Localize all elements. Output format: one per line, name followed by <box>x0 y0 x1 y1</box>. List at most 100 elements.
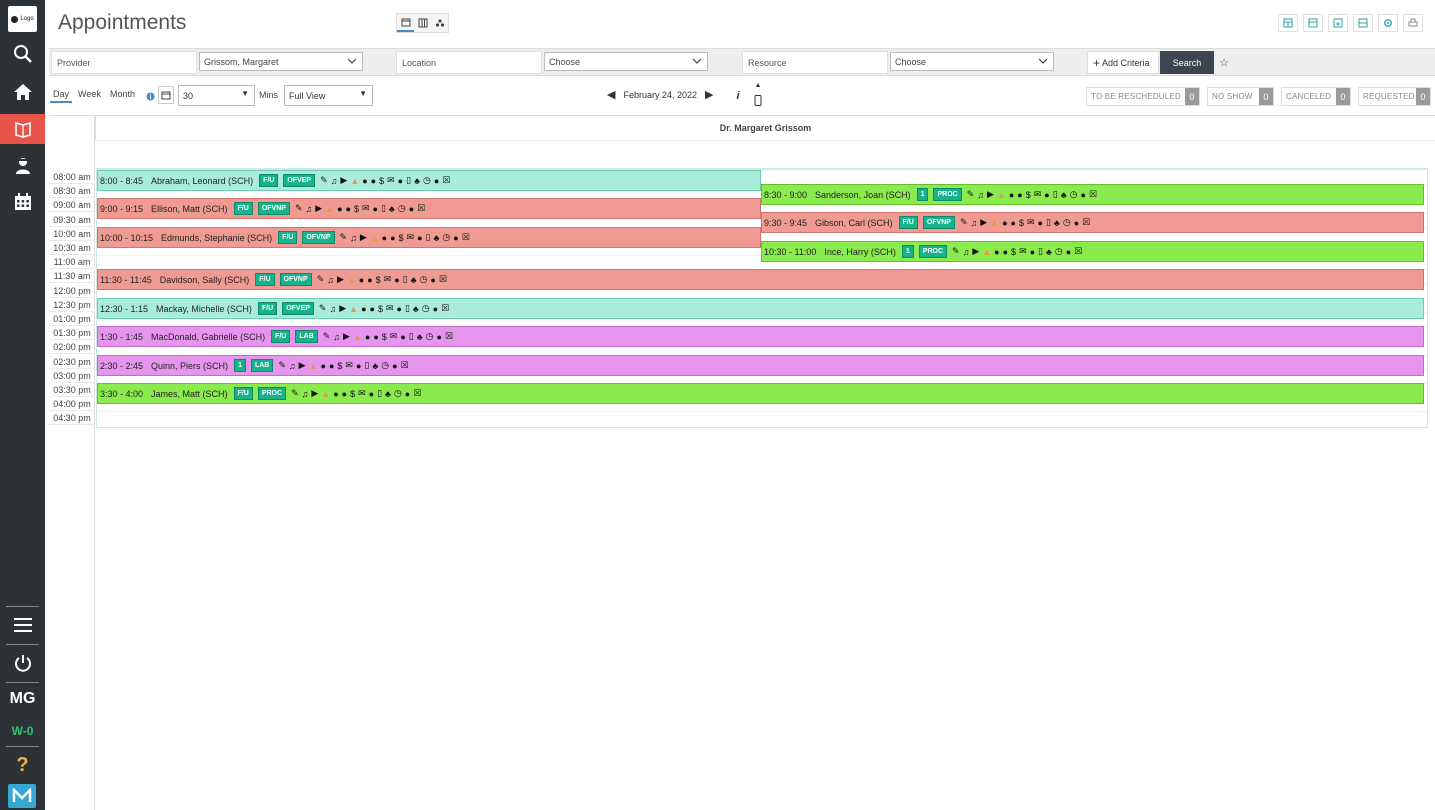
settings-button[interactable] <box>1378 14 1398 32</box>
check-icon[interactable]: ● <box>321 361 326 371</box>
clock-icon[interactable]: ◷ <box>381 360 389 371</box>
warning-icon[interactable]: ▲ <box>982 247 991 257</box>
list-view-button[interactable] <box>1353 14 1373 32</box>
close-box-icon[interactable]: ☒ <box>1089 189 1097 200</box>
clock-icon[interactable]: ◷ <box>442 232 450 243</box>
edit-icon[interactable]: ✎ <box>295 203 303 214</box>
head-icon[interactable]: ● <box>398 176 403 186</box>
group-icon[interactable]: ♣ <box>414 176 420 186</box>
tab-week[interactable]: Week <box>75 87 104 101</box>
check-icon[interactable]: ● <box>329 361 334 371</box>
mail-icon[interactable]: ✉ <box>1027 217 1035 228</box>
head-icon[interactable]: ● <box>397 304 402 314</box>
dollar-icon[interactable]: $ <box>1019 218 1024 228</box>
document-icon[interactable]: ▯ <box>1046 217 1051 228</box>
clock-icon[interactable]: ◷ <box>1055 246 1063 257</box>
check-icon[interactable]: ● <box>367 275 372 285</box>
bell-icon[interactable]: ♫ <box>329 304 336 314</box>
edit-icon[interactable]: ✎ <box>960 217 968 228</box>
document-icon[interactable]: ▯ <box>426 232 431 243</box>
check-icon[interactable]: ● <box>359 275 364 285</box>
close-box-icon[interactable]: ☒ <box>417 203 425 214</box>
sidebar-item-appointments[interactable] <box>0 114 45 144</box>
check-icon[interactable]: ● <box>382 233 387 243</box>
edit-icon[interactable]: ✎ <box>317 274 325 285</box>
group-icon[interactable]: ♣ <box>372 361 378 371</box>
provider-select[interactable]: Grissom, Margaret <box>199 52 363 71</box>
sidebar-item-patients[interactable] <box>0 151 45 181</box>
check-icon[interactable]: ● <box>370 304 375 314</box>
dollar-icon[interactable]: $ <box>337 361 342 371</box>
print-button[interactable] <box>1403 14 1423 32</box>
group-icon[interactable]: ♣ <box>413 304 419 314</box>
document-icon[interactable]: ▯ <box>409 331 414 342</box>
appointment-block[interactable]: 8:30 - 9:00 Sanderson, Joan (SCH) 1 PROC ✎ ♫ ▶… <box>761 184 1424 205</box>
check-icon[interactable]: ● <box>333 389 338 399</box>
resource-select[interactable]: Choose <box>890 52 1054 71</box>
clock-icon[interactable]: ◷ <box>394 388 402 399</box>
clock-icon[interactable]: ◷ <box>420 274 428 285</box>
video-icon[interactable]: ▶ <box>987 189 994 200</box>
bell-icon[interactable]: ♫ <box>306 204 313 214</box>
interval-select[interactable]: 30 ▼ <box>178 85 255 106</box>
warning-icon[interactable]: ▲ <box>321 389 330 399</box>
dollar-icon[interactable]: $ <box>350 389 355 399</box>
appointment-block[interactable]: 12:30 - 1:15 Mackay, Michelle (SCH) F/U OFV… <box>97 298 1424 319</box>
status-requested[interactable]: REQUESTED 0 <box>1358 87 1431 106</box>
video-icon[interactable]: ▶ <box>340 175 347 186</box>
bell-icon[interactable]: ♫ <box>963 247 970 257</box>
appointment-block[interactable]: 10:30 - 11:00 Ince, Harry (SCH) 1 PROC ✎ ♫ ▶ ▲ ●… <box>761 241 1424 262</box>
pills-icon[interactable]: ● <box>392 361 397 371</box>
pills-icon[interactable]: ● <box>433 304 438 314</box>
check-icon[interactable]: ● <box>390 233 395 243</box>
document-icon[interactable]: ▯ <box>405 303 410 314</box>
date-picker-button[interactable] <box>158 86 174 104</box>
close-box-icon[interactable]: ☒ <box>413 388 421 399</box>
video-icon[interactable]: ▶ <box>360 232 367 243</box>
prev-date-icon[interactable]: ◀ <box>607 88 615 101</box>
group-icon[interactable]: ♣ <box>385 389 391 399</box>
check-icon[interactable]: ● <box>342 389 347 399</box>
mail-icon[interactable]: ✉ <box>384 274 392 285</box>
check-icon[interactable]: ● <box>1009 190 1014 200</box>
clock-icon[interactable]: ◷ <box>423 175 431 186</box>
next-date-icon[interactable]: ▶ <box>705 88 713 101</box>
sidebar-item-logout[interactable] <box>0 648 45 678</box>
clock-icon[interactable]: ◷ <box>1063 217 1071 228</box>
document-icon[interactable]: ▯ <box>381 203 386 214</box>
appointment-block[interactable]: 9:30 - 9:45 Gibson, Carl (SCH) F/U OFVNP ✎ ♫ ▶… <box>761 212 1424 233</box>
mail-icon[interactable]: ✉ <box>1019 246 1027 257</box>
pills-icon[interactable]: ● <box>453 233 458 243</box>
video-icon[interactable]: ▶ <box>299 360 306 371</box>
group-icon[interactable]: ♣ <box>1061 190 1067 200</box>
close-box-icon[interactable]: ☒ <box>439 274 447 285</box>
warning-icon[interactable]: ▲ <box>370 233 379 243</box>
pills-icon[interactable]: ● <box>1080 190 1085 200</box>
pills-icon[interactable]: ● <box>1074 218 1079 228</box>
check-icon[interactable]: ● <box>373 332 378 342</box>
tab-day[interactable]: Day <box>50 87 73 103</box>
check-icon[interactable]: ● <box>1003 247 1008 257</box>
pills-icon[interactable]: ● <box>1066 247 1071 257</box>
group-icon[interactable]: ♣ <box>411 275 417 285</box>
edit-icon[interactable]: ✎ <box>320 175 328 186</box>
check-icon[interactable]: ● <box>362 176 367 186</box>
warning-icon[interactable]: ▲ <box>353 332 362 342</box>
close-box-icon[interactable]: ☒ <box>462 232 470 243</box>
close-box-icon[interactable]: ☒ <box>445 331 453 342</box>
document-icon[interactable]: ▯ <box>1053 189 1058 200</box>
head-icon[interactable]: ● <box>394 275 399 285</box>
group-icon[interactable]: ♣ <box>433 233 439 243</box>
bell-icon[interactable]: ♫ <box>971 218 978 228</box>
edit-icon[interactable]: ✎ <box>291 388 299 399</box>
appointment-block[interactable]: 10:00 - 10:15 Edmunds, Stephanie (SCH) F/U… <box>97 227 761 248</box>
add-criteria-button[interactable]: + Add Criteria <box>1087 51 1159 74</box>
dollar-icon[interactable]: $ <box>376 275 381 285</box>
group-view-button[interactable] <box>431 14 448 32</box>
video-icon[interactable]: ▶ <box>339 303 346 314</box>
pills-icon[interactable]: ● <box>405 389 410 399</box>
warning-icon[interactable]: ▲ <box>347 275 356 285</box>
clock-icon[interactable]: ◷ <box>426 331 434 342</box>
document-icon[interactable]: ▯ <box>403 274 408 285</box>
dollar-icon[interactable]: $ <box>1026 190 1031 200</box>
